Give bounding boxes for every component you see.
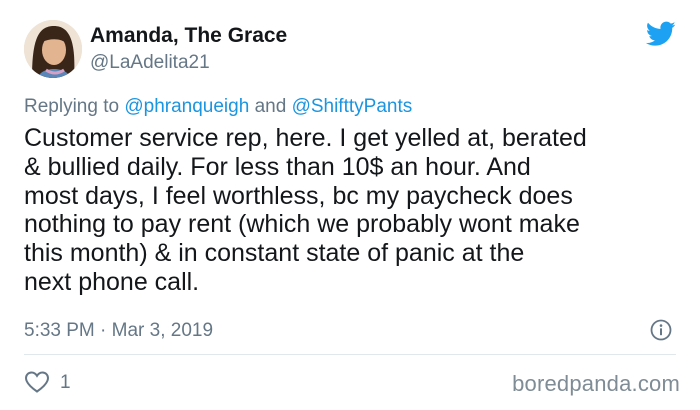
- like-count: 1: [60, 372, 71, 393]
- twitter-bird-icon[interactable]: [646, 20, 676, 48]
- mention-link[interactable]: @phranqueigh: [124, 96, 249, 117]
- tweet-timestamp[interactable]: 5:33 PM · Mar 3, 2019: [24, 320, 213, 342]
- heart-icon[interactable]: [24, 370, 50, 394]
- info-icon[interactable]: [650, 319, 672, 341]
- watermark: boredpanda.com: [512, 371, 680, 396]
- replying-to-prefix: Replying to: [24, 96, 125, 117]
- author-handle[interactable]: @LaAdelita21: [90, 52, 210, 74]
- mention-link[interactable]: @ShifttyPants: [292, 96, 413, 117]
- replying-to-line: Replying to @phranqueigh and @ShifttyPan…: [24, 96, 412, 118]
- avatar-photo: [24, 20, 82, 78]
- avatar[interactable]: [24, 20, 82, 78]
- tweet-text: Customer service rep, here. I get yelled…: [24, 124, 587, 296]
- replying-to-connector: and: [249, 96, 292, 117]
- author-name[interactable]: Amanda, The Grace: [90, 24, 287, 48]
- divider: [24, 354, 676, 355]
